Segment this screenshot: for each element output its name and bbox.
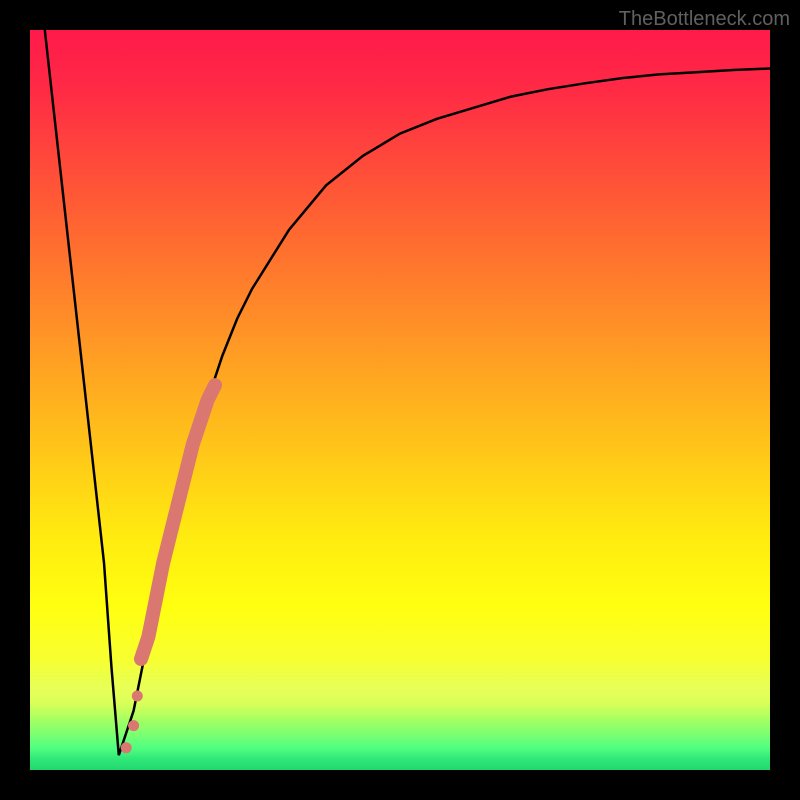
highlight-segment [141,385,215,659]
highlight-dot [121,742,132,753]
curve-svg [30,30,770,770]
watermark-text: TheBottleneck.com [619,8,790,31]
highlight-line [141,385,215,659]
highlight-dots [121,691,143,754]
chart-area [30,30,770,770]
bottleneck-curve-line [45,30,770,755]
main-curve [45,30,770,755]
highlight-dot [128,720,139,731]
highlight-dot [132,691,143,702]
